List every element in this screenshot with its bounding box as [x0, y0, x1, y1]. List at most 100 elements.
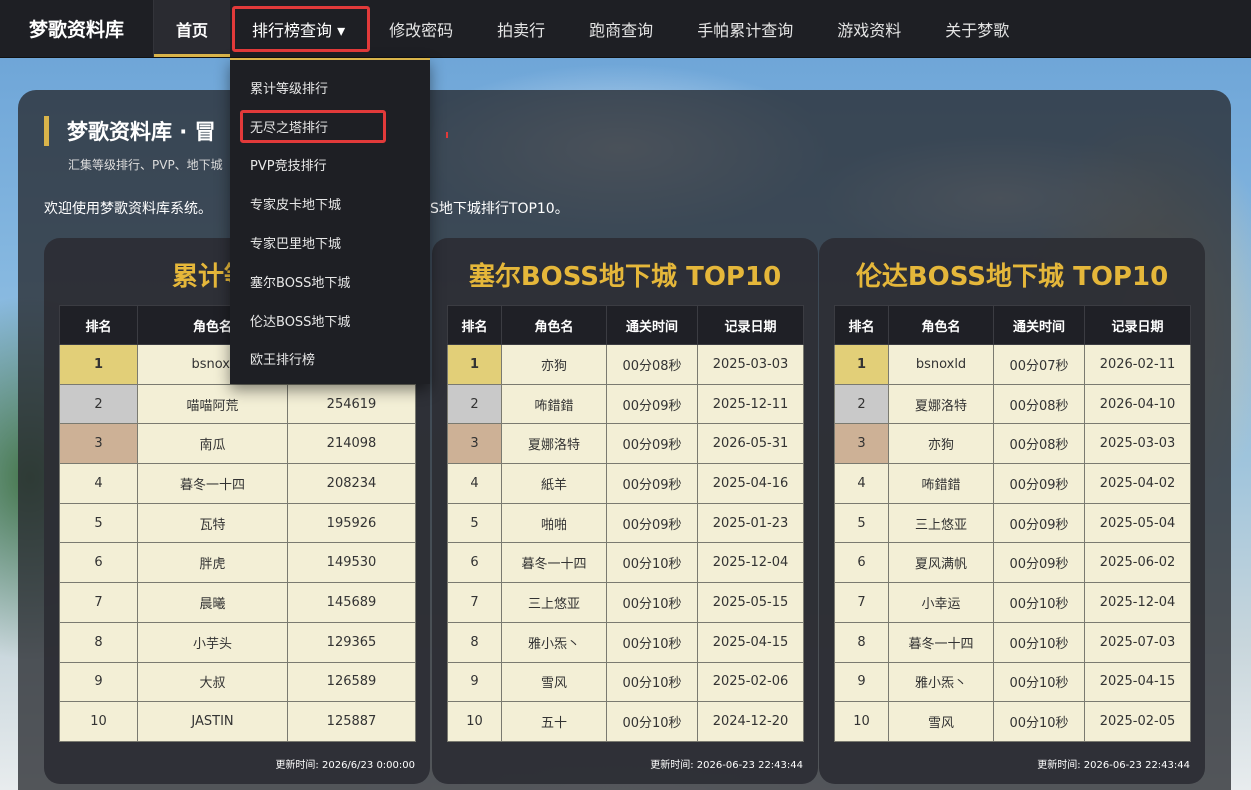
name-cell: 紙羊: [501, 463, 607, 504]
name-cell: 瓦特: [137, 502, 288, 544]
value-cell: 2026-04-10: [1084, 383, 1191, 425]
name-cell: 五十: [501, 701, 607, 742]
name-cell: 三上悠亚: [888, 502, 994, 544]
table-row: 2 喵喵阿荒 254619: [59, 383, 416, 425]
value-cell: 2025-12-04: [1084, 582, 1191, 623]
menu-item-endless-tower[interactable]: 无尽之塔排行: [230, 107, 430, 146]
value-cell: 149530: [287, 542, 416, 584]
rank-cell: 3: [447, 423, 502, 465]
nav-rankings[interactable]: 排行榜查询 ▾: [230, 0, 371, 57]
update-time: 更新时间: 2026-06-23 22:43:44: [1037, 760, 1190, 771]
rank-cell: 1: [59, 344, 138, 385]
rank-cell: 7: [59, 582, 138, 623]
rank-cell: 6: [447, 542, 502, 584]
value-cell: 00分08秒: [993, 383, 1085, 425]
name-cell: 雪风: [888, 701, 994, 742]
table-row: 3 夏娜洛特 00分09秒 2026-05-31: [447, 423, 804, 465]
nav-home[interactable]: 首页: [154, 0, 231, 57]
table-row: 8 雅小炁丶 00分10秒 2025-04-15: [447, 621, 804, 663]
name-cell: bsnoxld: [888, 344, 994, 385]
value-cell: 00分10秒: [993, 621, 1085, 663]
name-cell: 夏娜洛特: [888, 383, 994, 425]
value-cell: 2025-02-06: [697, 661, 804, 703]
name-cell: JASTIN: [137, 701, 288, 742]
card-sel-boss: 塞尔BOSS地下城 TOP10 排名 角色名 通关时间 记录日期 1 亦狗 00分0…: [432, 238, 818, 784]
menu-item-level-ranking[interactable]: 累计等级排行: [230, 68, 430, 107]
menu-item-sel-boss[interactable]: 塞尔BOSS地下城: [230, 262, 430, 301]
ranking-table: 排名 角色名 通关时间 记录日期 1 bsnoxld 00分07秒 2026-02-1…: [834, 305, 1191, 742]
rank-cell: 6: [59, 542, 138, 584]
table-row: 9 雅小炁丶 00分10秒 2025-04-15: [834, 661, 1191, 703]
nav-about[interactable]: 关于梦歌: [923, 0, 1031, 57]
nav-game-info[interactable]: 游戏资料: [815, 0, 923, 57]
value-cell: 2025-01-23: [697, 502, 804, 544]
header-rank: 排名: [834, 305, 889, 345]
rank-cell: 5: [834, 502, 889, 544]
menu-item-expert-pika[interactable]: 专家皮卡地下城: [230, 184, 430, 223]
table-row: 3 南瓜 214098: [59, 423, 416, 465]
value-cell: 145689: [287, 582, 416, 623]
nav-trade-query[interactable]: 跑商查询: [567, 0, 675, 57]
rank-cell: 4: [447, 463, 502, 504]
value-cell: 00分09秒: [993, 502, 1085, 544]
ranking-table: 排名 角色名 通关时间 记录日期 1 亦狗 00分08秒 2025-03-03 2 咘錯錯…: [447, 305, 804, 742]
update-time: 更新时间: 2026-06-23 22:43:44: [650, 760, 803, 771]
value-cell: 2025-12-04: [697, 542, 804, 584]
menu-item-lunda-boss[interactable]: 伦达BOSS地下城: [230, 301, 430, 340]
value-cell: 00分10秒: [606, 621, 698, 663]
table-header-row: 排名 角色名 通关时间 记录日期: [447, 305, 804, 345]
hero-subtitle: 汇集等级排行、PVP、地下城: [68, 158, 223, 172]
rank-cell: 3: [834, 423, 889, 465]
nav-change-password[interactable]: 修改密码: [367, 0, 475, 57]
table-row: 4 咘錯錯 00分09秒 2025-04-02: [834, 463, 1191, 504]
value-cell: 129365: [287, 621, 416, 663]
menu-item-label: 欧王排行榜: [250, 353, 316, 369]
name-cell: 南瓜: [137, 423, 288, 465]
name-cell: 雅小炁丶: [888, 661, 994, 703]
table-row: 10 雪风 00分10秒 2025-02-05: [834, 701, 1191, 742]
table-row: 8 暮冬一十四 00分10秒 2025-07-03: [834, 621, 1191, 663]
rank-cell: 2: [447, 383, 502, 425]
menu-item-label: 塞尔BOSS地下城: [250, 275, 351, 291]
name-cell: 亦狗: [501, 344, 607, 385]
brand-logo[interactable]: 梦歌资料库: [0, 0, 154, 57]
menu-item-expert-bari[interactable]: 专家巴里地下城: [230, 223, 430, 262]
value-cell: 2025-04-16: [697, 463, 804, 504]
table-row: 5 啪啪 00分09秒 2025-01-23: [447, 502, 804, 544]
menu-item-pvp-ranking[interactable]: PVP竞技排行: [230, 146, 430, 185]
header-name: 角色名: [888, 305, 994, 345]
value-cell: 2025-05-15: [697, 582, 804, 623]
card-title: 塞尔BOSS地下城 TOP10: [468, 262, 782, 292]
nav-auction[interactable]: 拍卖行: [475, 0, 567, 57]
rank-cell: 7: [447, 582, 502, 623]
nav-handkerchief-query[interactable]: 手帕累计查询: [675, 0, 815, 57]
name-cell: 雅小炁丶: [501, 621, 607, 663]
card-title: 伦达BOSS地下城 TOP10: [855, 262, 1169, 292]
header-time: 通关时间: [606, 305, 698, 345]
rank-cell: 4: [834, 463, 889, 504]
rank-cell: 9: [59, 661, 138, 703]
menu-item-label: 伦达BOSS地下城: [250, 314, 351, 330]
name-cell: 啪啪: [501, 502, 607, 544]
menu-item-label: 专家皮卡地下城: [250, 198, 342, 214]
value-cell: 00分09秒: [606, 463, 698, 504]
highlight-box: [240, 109, 386, 143]
table-row: 7 晨曦 145689: [59, 582, 416, 623]
value-cell: 00分08秒: [993, 423, 1085, 465]
table-row: 6 夏风满帆 00分09秒 2025-06-02: [834, 542, 1191, 584]
menu-item-euro-king[interactable]: 欧王排行榜: [230, 340, 430, 379]
value-cell: 2025-03-03: [1084, 423, 1191, 465]
name-cell: 晨曦: [137, 582, 288, 623]
table-row: 7 小幸运 00分10秒 2025-12-04: [834, 582, 1191, 623]
table-row: 1 亦狗 00分08秒 2025-03-03: [447, 344, 804, 385]
value-cell: 00分09秒: [993, 542, 1085, 584]
card-lunda-boss: 伦达BOSS地下城 TOP10 排名 角色名 通关时间 记录日期 1 bsnoxl…: [819, 238, 1205, 784]
rank-cell: 4: [59, 463, 138, 504]
value-cell: 00分09秒: [606, 423, 698, 465]
table-row: 10 JASTIN 125887: [59, 701, 416, 742]
table-row: 5 三上悠亚 00分09秒 2025-05-04: [834, 502, 1191, 544]
table-row: 6 暮冬一十四 00分10秒 2025-12-04: [447, 542, 804, 584]
value-cell: 00分08秒: [606, 344, 698, 385]
value-cell: 195926: [287, 502, 416, 544]
table-row: 8 小芋头 129365: [59, 621, 416, 663]
